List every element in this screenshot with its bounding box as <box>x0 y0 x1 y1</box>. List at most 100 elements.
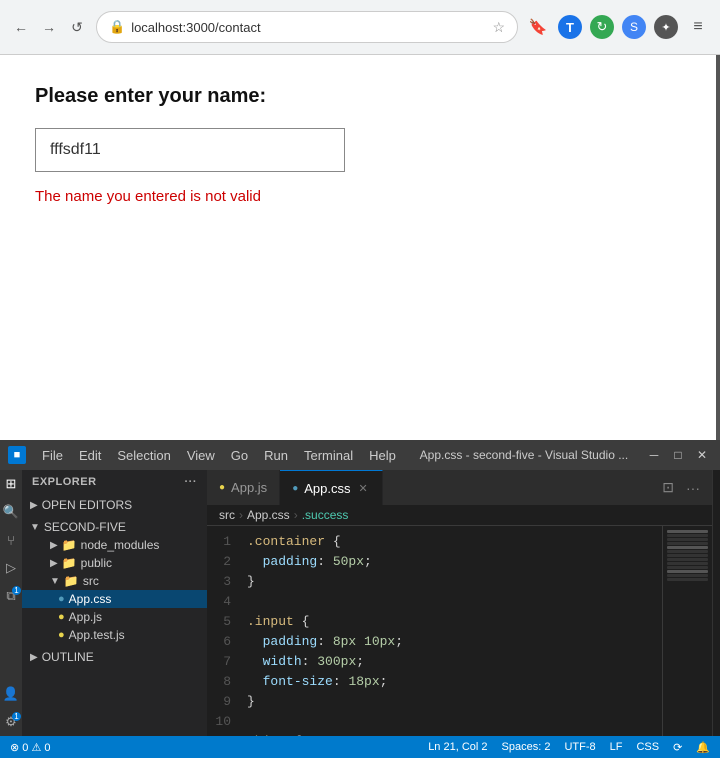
menu-button[interactable]: ≡ <box>686 15 710 39</box>
breadcrumb-src[interactable]: src <box>219 508 235 522</box>
minimap-line <box>667 566 708 569</box>
outline-section: ▶ OUTLINE <box>22 646 207 668</box>
split-editor-icon[interactable]: ⊡ <box>658 477 678 498</box>
tab-app-css[interactable]: ● App.css ✕ <box>280 470 383 505</box>
page-heading: Please enter your name: <box>35 85 681 108</box>
breadcrumb-success[interactable]: .success <box>302 508 349 522</box>
app-css-label: App.css <box>69 592 112 606</box>
sidebar-item-node-modules[interactable]: ▶ 📁 node_modules <box>22 536 207 554</box>
more-tabs-icon[interactable]: ··· <box>682 478 704 498</box>
menu-view[interactable]: View <box>179 444 223 467</box>
window-controls: － □ ✕ <box>644 445 712 465</box>
status-eol[interactable]: LF <box>608 741 625 753</box>
menu-run[interactable]: Run <box>256 444 296 467</box>
editor-area: ● App.js ● App.css ✕ ⊡ ··· src › App.css <box>207 470 712 736</box>
status-sync-icon[interactable]: ⟳ <box>671 741 684 754</box>
minimap <box>662 526 712 736</box>
folder-icon-public: 📁 <box>62 556 77 570</box>
minimap-line <box>667 570 708 573</box>
folder-icon-src: 📁 <box>64 574 79 588</box>
code-line-10 <box>247 712 662 732</box>
src-chevron: ▼ <box>50 576 60 587</box>
activity-debug-icon[interactable]: ▷ <box>1 558 21 578</box>
tab-bar: ● App.js ● App.css ✕ ⊡ ··· <box>207 470 712 505</box>
minimap-line <box>667 574 708 577</box>
activity-extensions-icon[interactable]: ⧉ 1 <box>1 586 21 606</box>
vscode-body: ⊞ 🔍 ⑂ ▷ ⧉ 1 👤 ⚙ 1 EXPLORER ··· ▶ <box>0 470 720 736</box>
activity-explorer-icon[interactable]: ⊞ <box>1 474 21 494</box>
open-editors-header[interactable]: ▶ OPEN EDITORS <box>22 496 207 514</box>
code-line-3: } <box>247 572 662 592</box>
browser-chrome: ← → ↺ 🔒 localhost:3000/contact ☆ 🔖 T ↻ S… <box>0 0 720 55</box>
activity-search-icon[interactable]: 🔍 <box>1 502 21 522</box>
tab-app-js[interactable]: ● App.js <box>207 470 280 505</box>
tab-close-icon[interactable]: ✕ <box>356 481 369 496</box>
url-text: localhost:3000/contact <box>131 20 486 35</box>
line-numbers: 1 2 3 4 5 6 7 8 9 10 11 12 13 <box>207 526 239 736</box>
menu-terminal[interactable]: Terminal <box>296 444 361 467</box>
nav-buttons: ← → ↺ <box>10 16 88 38</box>
extension-button[interactable]: ✦ <box>654 15 678 39</box>
menu-selection[interactable]: Selection <box>109 444 178 467</box>
app-js-tab-label: App.js <box>231 480 267 495</box>
menu-help[interactable]: Help <box>361 444 404 467</box>
forward-button[interactable]: → <box>38 16 60 38</box>
address-bar[interactable]: 🔒 localhost:3000/contact ☆ <box>96 11 518 43</box>
sidebar-item-app-test-js[interactable]: ● App.test.js <box>22 626 207 644</box>
status-left: ⊗ 0 ⚠ 0 <box>8 741 53 754</box>
name-input[interactable] <box>35 128 345 172</box>
code-line-4 <box>247 592 662 612</box>
refresh-button[interactable]: ↺ <box>66 16 88 38</box>
bookmark-button[interactable]: 🔖 <box>526 15 550 39</box>
webpage-content: Please enter your name: The name you ent… <box>0 55 720 440</box>
editor-scrollbar[interactable] <box>712 470 720 736</box>
project-header[interactable]: ▼ SECOND-FIVE <box>22 518 207 536</box>
security-icon: 🔒 <box>109 19 125 35</box>
public-chevron: ▶ <box>50 558 58 569</box>
refresh2-button[interactable]: ↻ <box>590 15 614 39</box>
minimap-line <box>667 530 708 533</box>
vscode-logo: ■ <box>8 446 26 464</box>
status-encoding[interactable]: UTF-8 <box>562 741 597 753</box>
js-tab-icon: ● <box>219 482 225 493</box>
open-editors-label: OPEN EDITORS <box>42 498 132 512</box>
activity-git-icon[interactable]: ⑂ <box>1 530 21 550</box>
status-line-col[interactable]: Ln 21, Col 2 <box>426 741 489 753</box>
status-bell-icon[interactable]: 🔔 <box>694 741 712 754</box>
activity-accounts-icon[interactable]: 👤 <box>1 684 21 704</box>
minimap-line <box>667 558 708 561</box>
close-button[interactable]: ✕ <box>692 445 712 465</box>
status-errors[interactable]: ⊗ 0 ⚠ 0 <box>8 741 53 754</box>
code-line-9: } <box>247 692 662 712</box>
sidebar-item-app-js[interactable]: ● App.js <box>22 608 207 626</box>
error-message: The name you entered is not valid <box>35 188 681 205</box>
menu-edit[interactable]: Edit <box>71 444 109 467</box>
back-button[interactable]: ← <box>10 16 32 38</box>
node-modules-label: node_modules <box>81 538 160 552</box>
folder-icon: 📁 <box>62 538 77 552</box>
app-js-label: App.js <box>69 610 102 624</box>
status-language[interactable]: CSS <box>634 741 661 753</box>
code-line-1: .container { <box>247 532 662 552</box>
breadcrumb-appcss[interactable]: App.css <box>247 508 290 522</box>
sidebar-item-src[interactable]: ▼ 📁 src <box>22 572 207 590</box>
explorer-label: EXPLORER <box>32 476 97 488</box>
code-line-7: width: 300px; <box>247 652 662 672</box>
translate-button[interactable]: T <box>558 15 582 39</box>
shield-button[interactable]: S <box>622 15 646 39</box>
project-section: ▼ SECOND-FIVE ▶ 📁 node_modules ▶ 📁 publi… <box>22 516 207 646</box>
outline-header[interactable]: ▶ OUTLINE <box>22 648 207 666</box>
sidebar-item-app-css[interactable]: ● App.css <box>22 590 207 608</box>
code-editor[interactable]: 1 2 3 4 5 6 7 8 9 10 11 12 13 .container… <box>207 526 712 736</box>
star-icon[interactable]: ☆ <box>492 19 505 36</box>
minimap-content <box>663 526 712 736</box>
browser-action-buttons: 🔖 T ↻ S ✦ ≡ <box>526 15 710 39</box>
sidebar-item-public[interactable]: ▶ 📁 public <box>22 554 207 572</box>
menu-file[interactable]: File <box>34 444 71 467</box>
sidebar-more-icon[interactable]: ··· <box>185 476 198 488</box>
menu-go[interactable]: Go <box>223 444 256 467</box>
maximize-button[interactable]: □ <box>668 445 688 465</box>
status-spaces[interactable]: Spaces: 2 <box>500 741 553 753</box>
activity-settings-icon[interactable]: ⚙ 1 <box>1 712 21 732</box>
minimize-button[interactable]: － <box>644 445 664 465</box>
